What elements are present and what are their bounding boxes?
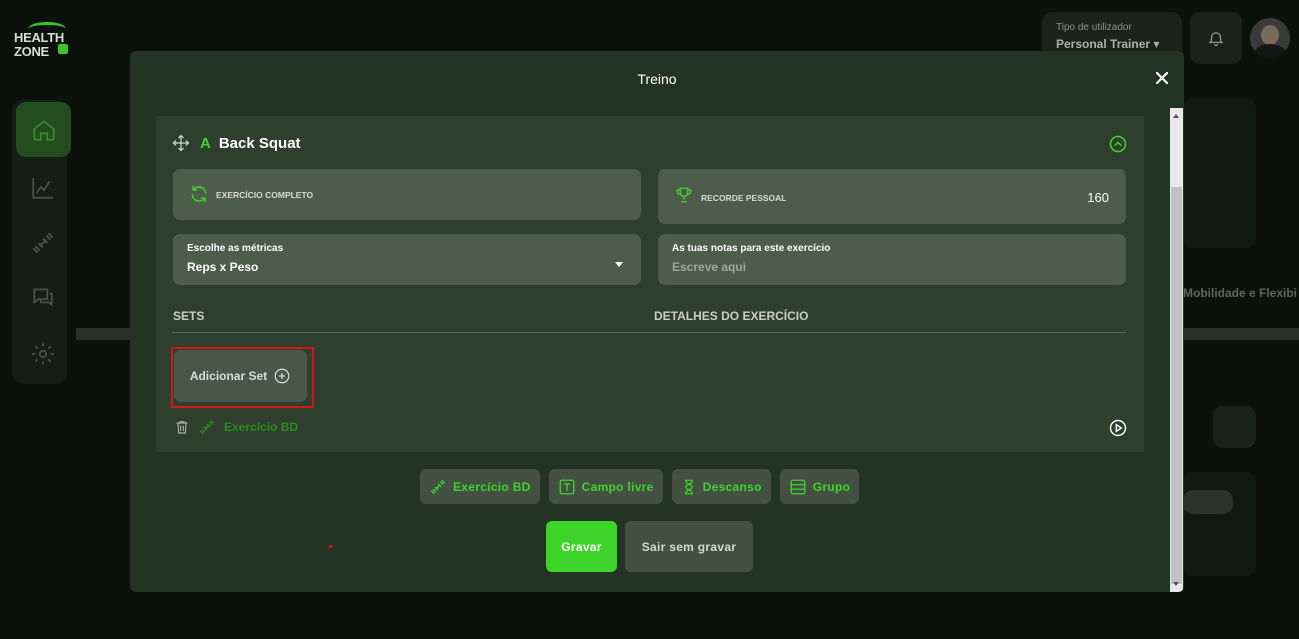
bell-icon (1208, 32, 1224, 47)
bg-next-button (1213, 406, 1256, 448)
close-button[interactable] (1153, 69, 1171, 87)
exercise-complete-toggle[interactable]: EXERCÍCIO COMPLETO (173, 169, 641, 220)
personal-record-field[interactable]: RECORDE PESSOAL 160 (658, 169, 1126, 224)
logo-line1: HEALTH (14, 30, 64, 45)
modal-scrollbar[interactable] (1170, 108, 1183, 592)
text-box-icon (559, 479, 575, 494)
bg-panel-chip (1183, 490, 1233, 514)
exercise-complete-label: EXERCÍCIO COMPLETO (216, 190, 314, 200)
play-button[interactable] (1108, 418, 1128, 438)
home-icon (32, 119, 55, 141)
add-exercise-bd-button[interactable]: Exercício BD (420, 469, 540, 504)
add-exercise-bd-label: Exercício BD (453, 479, 531, 494)
bg-panel-right (1183, 98, 1256, 248)
dumbbell-icon (430, 479, 446, 494)
caret-down-icon (615, 262, 623, 267)
sidebar-item-stats[interactable] (15, 160, 70, 215)
add-set-button[interactable]: Adicionar Set (174, 350, 307, 402)
hourglass-icon (684, 479, 693, 494)
chat-icon (32, 287, 53, 306)
scroll-down-arrow-icon[interactable] (1173, 582, 1179, 586)
exercise-letter: A (200, 134, 211, 152)
add-rest-label: Descanso (702, 479, 762, 494)
dumbbell-small-icon (199, 419, 215, 435)
personal-record-label: RECORDE PESSOAL (701, 193, 787, 203)
sidebar (12, 100, 71, 384)
cursor-marker (329, 545, 332, 548)
exercise-details-header: DETALHES DO EXERCÍCIO (654, 309, 809, 323)
avatar-head (1261, 25, 1279, 45)
section-divider (172, 332, 1126, 333)
play-circle-icon (1109, 419, 1127, 437)
exercise-card: A Back Squat EXERCÍCIO COMPLETO RECORDE … (156, 116, 1144, 452)
move-icon[interactable] (172, 134, 190, 152)
exercise-name: Back Squat (218, 134, 301, 152)
close-icon (1156, 72, 1168, 84)
sidebar-item-exercises[interactable] (15, 215, 70, 270)
exercise-bd-link[interactable]: Exercício BD (224, 420, 298, 434)
exit-without-saving-button[interactable]: Sair sem gravar (625, 521, 753, 572)
gear-icon (31, 342, 54, 365)
sets-header: SETS (173, 309, 205, 323)
trophy-icon (676, 187, 692, 203)
plus-circle-icon (274, 368, 290, 384)
chevron-down-icon: ▾ (1153, 37, 1160, 51)
logo-line2: ZONE (14, 44, 49, 59)
notes-label: As tuas notas para este exercício (672, 243, 831, 254)
logo-square (58, 44, 68, 54)
user-type-text: Personal Trainer (1056, 37, 1151, 51)
collapse-button[interactable] (1108, 134, 1128, 154)
add-free-field-button[interactable]: Campo livre (548, 469, 663, 504)
bg-tab-hint: Mobilidade e Flexibi (1183, 286, 1298, 300)
sidebar-item-messages[interactable] (15, 270, 70, 325)
metrics-value: Reps x Peso (187, 260, 259, 274)
personal-record-value: 160 (1087, 190, 1109, 205)
avatar-body (1254, 44, 1286, 58)
chart-icon (31, 177, 53, 199)
user-type-value: Personal Trainer ▾ (1056, 37, 1168, 51)
trash-icon[interactable] (174, 418, 190, 436)
add-element-toolbar: Exercício BD Campo livre Descanso Grupo (420, 469, 860, 504)
chevron-up-circle-icon (1109, 135, 1127, 153)
user-type-label: Tipo de utilizador (1056, 22, 1132, 33)
notifications-button[interactable] (1190, 12, 1242, 64)
add-set-label: Adicionar Set (189, 369, 268, 383)
sidebar-item-settings[interactable] (15, 326, 70, 381)
app-logo: HEALTH ZONE (14, 22, 74, 59)
avatar[interactable] (1250, 18, 1290, 58)
workout-modal: Treino A Back Squat EXERCÍCIO COMPLETO R… (130, 51, 1184, 592)
sidebar-item-home[interactable] (16, 102, 71, 157)
add-free-field-label: Campo livre (581, 479, 654, 494)
modal-title: Treino (637, 71, 677, 87)
metrics-select[interactable]: Escolhe as métricas Reps x Peso (173, 234, 641, 285)
list-group-icon (790, 479, 806, 494)
scroll-thumb[interactable] (1171, 187, 1182, 584)
add-group-button[interactable]: Grupo (779, 469, 860, 504)
metrics-label: Escolhe as métricas (187, 243, 284, 254)
dumbbell-icon (32, 232, 53, 253)
bg-panel-right-bottom (1183, 472, 1256, 576)
save-button[interactable]: Gravar (546, 521, 617, 572)
add-group-label: Grupo (812, 479, 851, 494)
add-rest-button[interactable]: Descanso (671, 469, 771, 504)
exercise-header: A Back Squat (172, 134, 301, 152)
notes-field[interactable]: As tuas notas para este exercício (658, 234, 1126, 285)
scroll-up-arrow-icon[interactable] (1173, 114, 1179, 118)
notes-input[interactable] (672, 260, 1072, 274)
exercise-row-actions: Exercício BD (174, 418, 298, 436)
refresh-icon (191, 185, 207, 203)
